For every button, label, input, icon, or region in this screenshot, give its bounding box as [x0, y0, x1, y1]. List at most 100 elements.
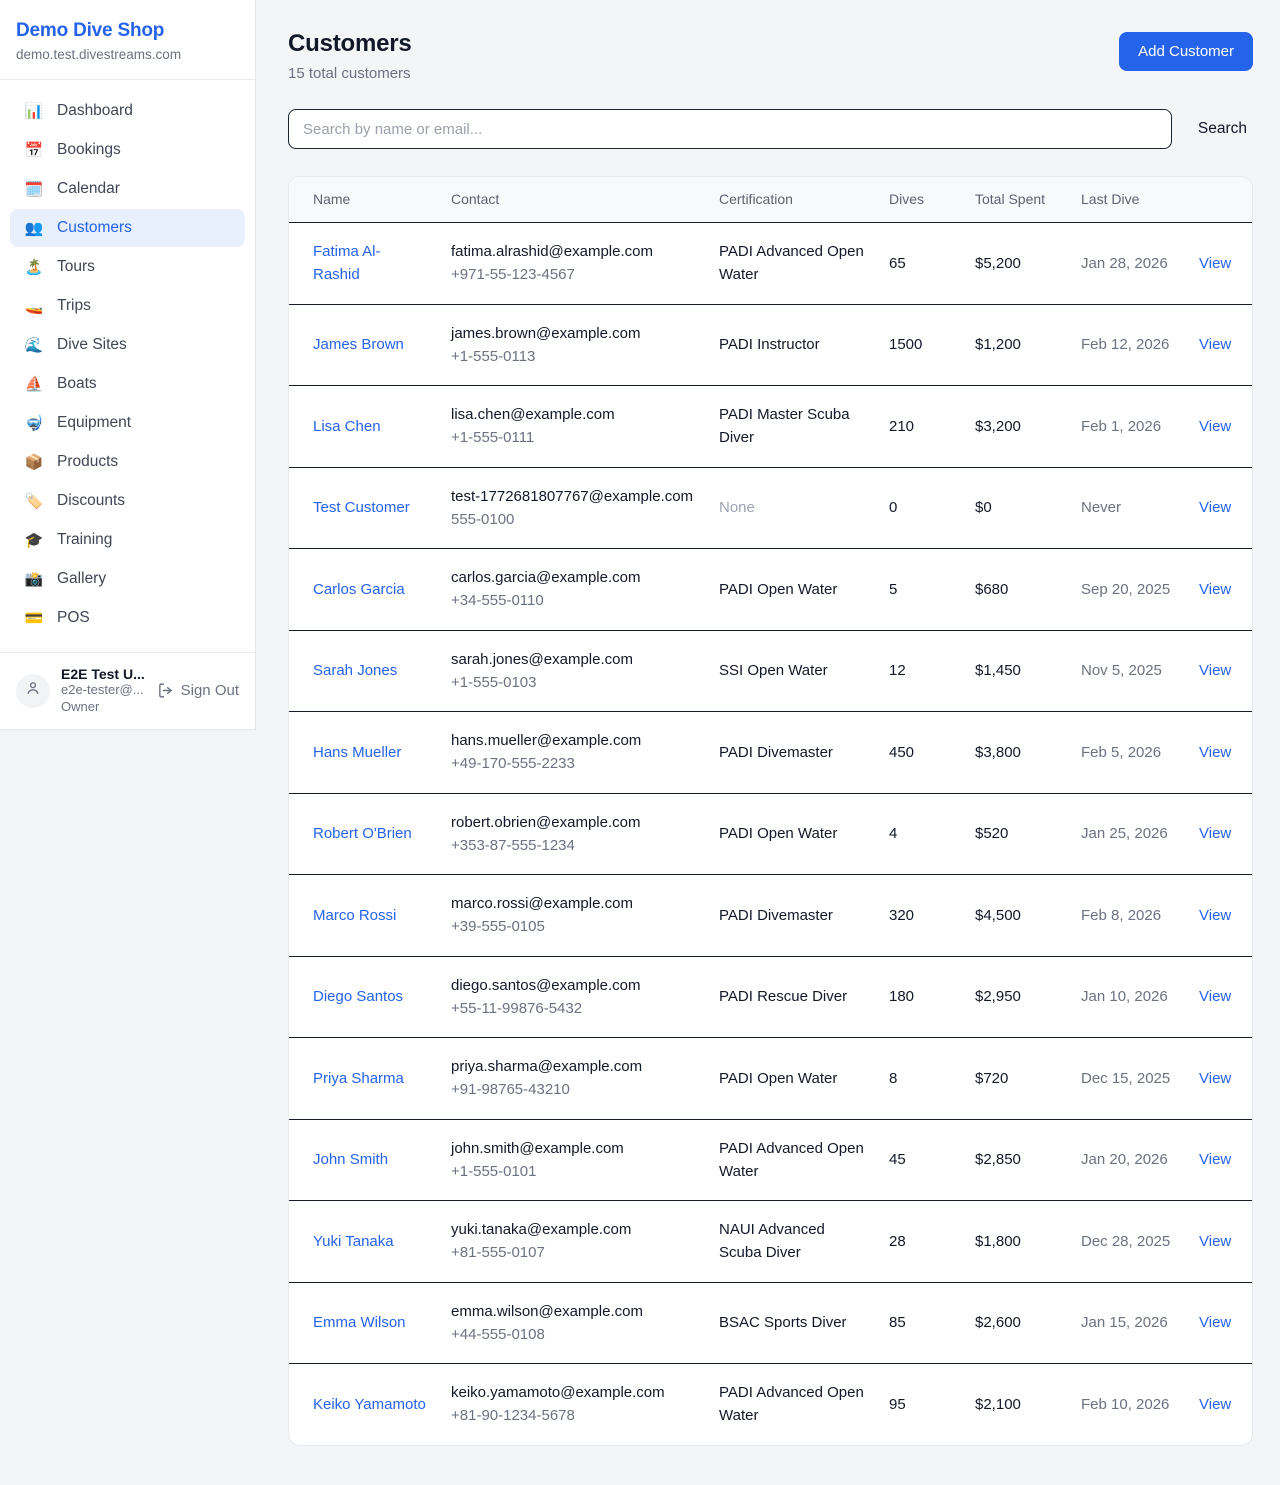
view-link[interactable]: View — [1199, 1314, 1231, 1331]
customer-last-dive: Jan 28, 2026 — [1069, 223, 1187, 305]
customer-total-spent: $5,200 — [963, 223, 1069, 305]
customer-name-link[interactable]: Diego Santos — [313, 988, 403, 1005]
customer-email: lisa.chen@example.com — [451, 403, 695, 426]
customer-name-link[interactable]: Sarah Jones — [313, 662, 397, 679]
calendar-icon: 🗓️ — [24, 180, 44, 198]
customer-name-link[interactable]: Lisa Chen — [313, 418, 381, 435]
customer-total-spent: $1,200 — [963, 304, 1069, 386]
view-link[interactable]: View — [1199, 1070, 1231, 1087]
customer-name-link[interactable]: Marco Rossi — [313, 907, 396, 924]
view-link[interactable]: View — [1199, 662, 1231, 679]
bookings-icon: 📅 — [24, 141, 44, 159]
user-name: E2E Test U... — [61, 666, 146, 682]
view-link[interactable]: View — [1199, 255, 1231, 272]
sidebar-item-boats[interactable]: ⛵ Boats — [10, 365, 245, 403]
view-link[interactable]: View — [1199, 499, 1231, 516]
sidebar-item-bookings[interactable]: 📅 Bookings — [10, 131, 245, 169]
customer-phone: +44-555-0108 — [451, 1323, 695, 1346]
customer-name-link[interactable]: Keiko Yamamoto — [313, 1396, 426, 1413]
sidebar-item-equipment[interactable]: 🤿 Equipment — [10, 404, 245, 442]
customer-dives: 45 — [877, 1119, 963, 1201]
customer-total-spent: $2,950 — [963, 956, 1069, 1038]
table-row: Hans Mueller hans.mueller@example.com +4… — [289, 712, 1252, 794]
search-row: Search — [288, 109, 1253, 149]
sidebar-header: Demo Dive Shop demo.test.divestreams.com — [0, 0, 255, 80]
shop-name: Demo Dive Shop — [16, 20, 239, 42]
view-link[interactable]: View — [1199, 825, 1231, 842]
customer-dives: 0 — [877, 467, 963, 549]
col-header-contact: Contact — [439, 177, 707, 223]
customer-dives: 65 — [877, 223, 963, 305]
customer-dives: 95 — [877, 1364, 963, 1445]
table-row: Yuki Tanaka yuki.tanaka@example.com +81-… — [289, 1201, 1252, 1283]
table-row: Carlos Garcia carlos.garcia@example.com … — [289, 549, 1252, 631]
view-link[interactable]: View — [1199, 744, 1231, 761]
view-link[interactable]: View — [1199, 1151, 1231, 1168]
table-row: Marco Rossi marco.rossi@example.com +39-… — [289, 875, 1252, 957]
customer-name-link[interactable]: Yuki Tanaka — [313, 1233, 394, 1250]
customer-name-link[interactable]: Carlos Garcia — [313, 581, 405, 598]
user-section: E2E Test U... e2e-tester@... Owner Sign … — [0, 652, 255, 729]
sidebar-item-dive-sites[interactable]: 🌊 Dive Sites — [10, 326, 245, 364]
customer-name-link[interactable]: Priya Sharma — [313, 1070, 404, 1087]
view-link[interactable]: View — [1199, 1233, 1231, 1250]
sidebar-item-calendar[interactable]: 🗓️ Calendar — [10, 170, 245, 208]
customer-name-link[interactable]: Robert O'Brien — [313, 825, 412, 842]
sidebar-nav: 📊 Dashboard 📅 Bookings 🗓️ Calendar 👥 Cus… — [0, 80, 255, 652]
table-row: John Smith john.smith@example.com +1-555… — [289, 1119, 1252, 1201]
table-row: Emma Wilson emma.wilson@example.com +44-… — [289, 1282, 1252, 1364]
sidebar-item-customers[interactable]: 👥 Customers — [10, 209, 245, 247]
products-icon: 📦 — [24, 453, 44, 471]
customer-dives: 12 — [877, 630, 963, 712]
customer-email: john.smith@example.com — [451, 1137, 695, 1160]
customer-total-spent: $2,100 — [963, 1364, 1069, 1445]
customer-name-link[interactable]: Test Customer — [313, 499, 410, 516]
page-title: Customers — [288, 30, 412, 58]
search-input[interactable] — [288, 109, 1172, 149]
add-customer-button[interactable]: Add Customer — [1119, 32, 1253, 71]
customer-name-link[interactable]: Fatima Al-Rashid — [313, 243, 381, 283]
sidebar-item-pos[interactable]: 💳 POS — [10, 599, 245, 637]
view-link[interactable]: View — [1199, 988, 1231, 1005]
sign-out-button[interactable]: Sign Out — [157, 682, 239, 699]
sidebar-item-gallery[interactable]: 📸 Gallery — [10, 560, 245, 598]
customer-phone: +49-170-555-2233 — [451, 752, 695, 775]
sidebar: Demo Dive Shop demo.test.divestreams.com… — [0, 0, 256, 730]
sidebar-item-tours[interactable]: 🏝️ Tours — [10, 248, 245, 286]
customer-total-spent: $520 — [963, 793, 1069, 875]
customer-email: carlos.garcia@example.com — [451, 566, 695, 589]
search-button[interactable]: Search — [1198, 120, 1253, 138]
view-link[interactable]: View — [1199, 907, 1231, 924]
dive-sites-icon: 🌊 — [24, 336, 44, 354]
customer-name-link[interactable]: Hans Mueller — [313, 744, 401, 761]
page-header: Customers 15 total customers Add Custome… — [288, 30, 1253, 82]
customer-email: test-1772681807767@example.com — [451, 485, 695, 508]
user-role: Owner — [61, 699, 146, 716]
view-link[interactable]: View — [1199, 336, 1231, 353]
customer-name-link[interactable]: John Smith — [313, 1151, 388, 1168]
sidebar-item-products[interactable]: 📦 Products — [10, 443, 245, 481]
sidebar-item-trips[interactable]: 🚤 Trips — [10, 287, 245, 325]
col-header-actions — [1187, 177, 1252, 223]
customer-last-dive: Dec 15, 2025 — [1069, 1038, 1187, 1120]
customer-last-dive: Jan 10, 2026 — [1069, 956, 1187, 1038]
equipment-icon: 🤿 — [24, 414, 44, 432]
table-row: Keiko Yamamoto keiko.yamamoto@example.co… — [289, 1364, 1252, 1445]
customer-phone: +81-90-1234-5678 — [451, 1404, 695, 1427]
sidebar-item-training[interactable]: 🎓 Training — [10, 521, 245, 559]
avatar — [16, 674, 50, 708]
customer-certification: PADI Open Water — [719, 825, 837, 842]
customers-table-card: Name Contact Certification Dives Total S… — [288, 176, 1253, 1446]
customer-name-link[interactable]: Emma Wilson — [313, 1314, 406, 1331]
customer-last-dive: Feb 10, 2026 — [1069, 1364, 1187, 1445]
sidebar-item-discounts[interactable]: 🏷️ Discounts — [10, 482, 245, 520]
view-link[interactable]: View — [1199, 581, 1231, 598]
customer-name-link[interactable]: James Brown — [313, 336, 404, 353]
customer-last-dive: Nov 5, 2025 — [1069, 630, 1187, 712]
sidebar-item-dashboard[interactable]: 📊 Dashboard — [10, 92, 245, 130]
customer-email: robert.obrien@example.com — [451, 811, 695, 834]
view-link[interactable]: View — [1199, 418, 1231, 435]
pos-icon: 💳 — [24, 609, 44, 627]
customer-dives: 320 — [877, 875, 963, 957]
view-link[interactable]: View — [1199, 1396, 1231, 1413]
